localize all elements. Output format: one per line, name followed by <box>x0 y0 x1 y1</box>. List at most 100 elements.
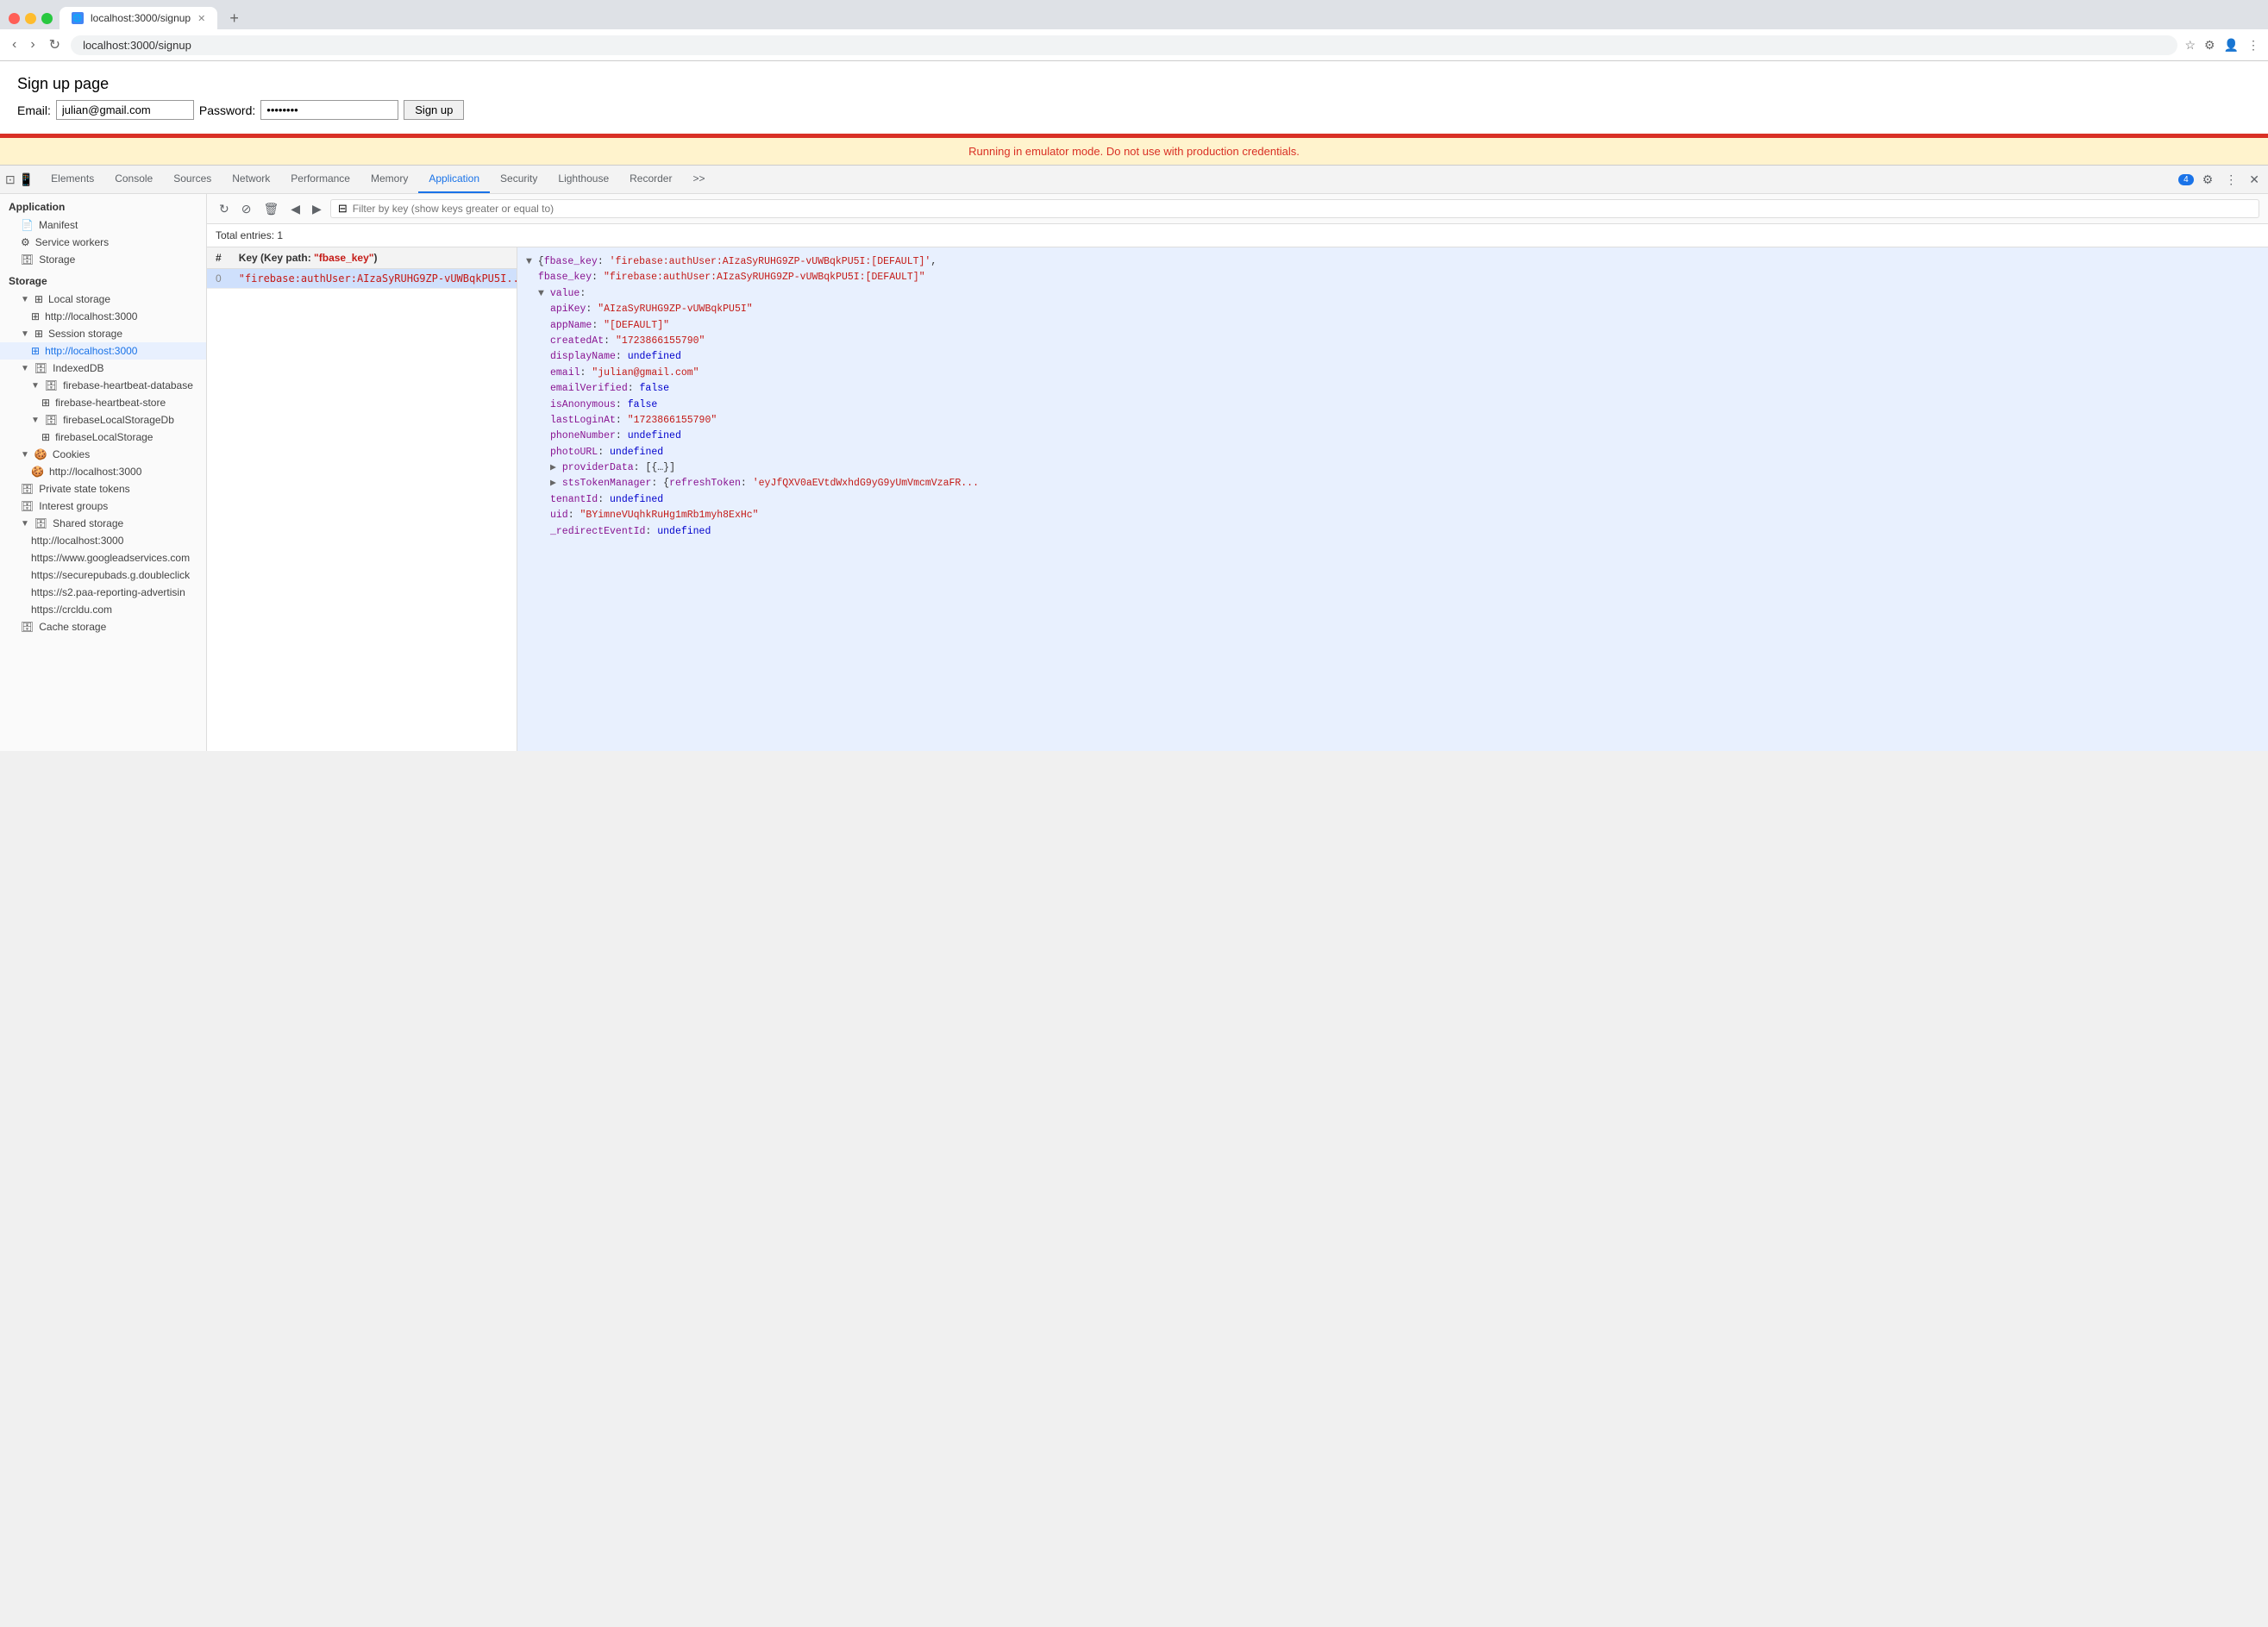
sidebar-item-shared-url1[interactable]: http://localhost:3000 <box>0 532 206 549</box>
firebase-ls-icon: ⊞ <box>41 431 50 443</box>
sidebar-item-shared-url2[interactable]: https://www.googleadservices.com <box>0 549 206 566</box>
shared-url4: https://s2.paa-reporting-advertisin <box>31 586 185 598</box>
json-line-6: createdAt: "1723866155790" <box>526 334 2259 349</box>
json-line-5: appName: "[DEFAULT]" <box>526 318 2259 334</box>
stop-button[interactable]: ⊘ <box>238 200 255 218</box>
filter-input[interactable] <box>353 203 2252 215</box>
forward-button[interactable]: › <box>27 35 38 54</box>
close-devtools-button[interactable]: ✕ <box>2246 169 2263 191</box>
session-storage-label: Session storage <box>48 328 122 340</box>
app-section-title: Application <box>0 194 206 216</box>
browser-tab[interactable]: 🌐 localhost:3000/signup ✕ <box>60 7 217 29</box>
console-badge: 4 <box>2178 174 2194 185</box>
profile-icon[interactable]: 👤 <box>2224 38 2239 53</box>
prev-button[interactable]: ◀ <box>287 200 304 218</box>
manifest-label: Manifest <box>39 219 78 231</box>
sidebar-item-service-workers[interactable]: ⚙ Service workers <box>0 234 206 251</box>
sidebar-item-storage-root[interactable]: 🗄 Storage <box>0 251 206 268</box>
refresh-storage-button[interactable]: ↻ <box>216 200 233 218</box>
new-tab-button[interactable]: + <box>229 9 239 28</box>
shared-url1: http://localhost:3000 <box>31 535 123 547</box>
extension-icon[interactable]: ⚙ <box>2204 38 2215 53</box>
tab-close-icon[interactable]: ✕ <box>197 13 205 24</box>
local-storage-icon: ⊞ <box>34 293 43 305</box>
sidebar-item-local-storage-url[interactable]: ⊞ http://localhost:3000 <box>0 308 206 325</box>
table-row[interactable]: 0 "firebase:authUser:AIzaSyRUHG9ZP-vUWBq… <box>207 269 517 289</box>
tab-memory[interactable]: Memory <box>360 166 418 193</box>
settings-button[interactable]: ⚙ <box>2199 169 2217 191</box>
col-num: # <box>207 247 230 269</box>
sidebar-item-firebase-local-storage[interactable]: ⊞ firebaseLocalStorage <box>0 429 206 446</box>
tab-network[interactable]: Network <box>222 166 280 193</box>
bookmark-icon[interactable]: ☆ <box>2184 38 2196 53</box>
device-icon: 📱 <box>19 172 34 187</box>
tab-lighthouse[interactable]: Lighthouse <box>548 166 619 193</box>
sidebar-item-manifest[interactable]: 📄 Manifest <box>0 216 206 234</box>
sidebar-item-firebase-heartbeat[interactable]: ▼ 🗄 firebase-heartbeat-database <box>0 377 206 394</box>
email-input[interactable] <box>56 100 194 120</box>
sidebar-item-cookies-url[interactable]: 🍪 http://localhost:3000 <box>0 463 206 480</box>
password-label: Password: <box>199 103 255 117</box>
traffic-lights <box>9 13 53 24</box>
back-button[interactable]: ‹ <box>9 35 20 54</box>
minimize-button[interactable] <box>25 13 36 24</box>
sidebar-item-cache-storage[interactable]: 🗄 Cache storage <box>0 618 206 635</box>
service-workers-icon: ⚙ <box>21 236 30 248</box>
json-line-9: emailVerified: false <box>526 381 2259 397</box>
indexeddb-label: IndexedDB <box>53 362 103 374</box>
cookies-icon: 🍪 <box>34 448 47 460</box>
more-options-button[interactable]: ⋮ <box>2221 169 2240 191</box>
tab-security[interactable]: Security <box>490 166 548 193</box>
tab-sources[interactable]: Sources <box>163 166 222 193</box>
data-table: # Key (Key path: "fbase_key") Value 0 "f… <box>207 247 517 751</box>
shared-url3: https://securepubads.g.doubleclick <box>31 569 190 581</box>
next-button[interactable]: ▶ <box>309 200 325 218</box>
json-line-16: tenantId: undefined <box>526 492 2259 508</box>
cookies-url: http://localhost:3000 <box>49 466 141 478</box>
browser-chrome: 🌐 localhost:3000/signup ✕ + ‹ › ↻ ☆ ⚙ 👤 … <box>0 0 2268 61</box>
expand-arrow: ▼ <box>31 416 40 425</box>
sidebar-item-shared-storage[interactable]: ▼ 🗄 Shared storage <box>0 515 206 532</box>
delete-button[interactable]: 🗑 <box>260 200 282 218</box>
sidebar-item-session-storage[interactable]: ▼ ⊞ Session storage <box>0 325 206 342</box>
firebase-ls-db-icon: 🗄 <box>45 414 58 426</box>
sidebar-item-firebase-local-storage-db[interactable]: ▼ 🗄 firebaseLocalStorageDb <box>0 411 206 429</box>
password-input[interactable] <box>260 100 398 120</box>
cookies-url-icon: 🍪 <box>31 466 44 478</box>
sidebar-item-shared-url5[interactable]: https://crcldu.com <box>0 601 206 618</box>
emulator-warning: Running in emulator mode. Do not use wit… <box>0 136 2268 165</box>
json-line-10: isAnonymous: false <box>526 397 2259 413</box>
tab-elements[interactable]: Elements <box>41 166 104 193</box>
sidebar-item-interest-groups[interactable]: 🗄 Interest groups <box>0 497 206 515</box>
address-input[interactable] <box>71 35 2177 55</box>
sidebar-item-firebase-heartbeat-store[interactable]: ⊞ firebase-heartbeat-store <box>0 394 206 411</box>
sidebar-item-shared-url3[interactable]: https://securepubads.g.doubleclick <box>0 566 206 584</box>
toolbar: ↻ ⊘ 🗑 ◀ ▶ ⊟ <box>207 194 2268 224</box>
maximize-button[interactable] <box>41 13 53 24</box>
row-key: "firebase:authUser:AIzaSyRUHG9ZP-vUWBqkP… <box>230 269 517 289</box>
close-button[interactable] <box>9 13 20 24</box>
cache-storage-label: Cache storage <box>39 621 106 633</box>
sidebar-item-private-state-tokens[interactable]: 🗄 Private state tokens <box>0 480 206 497</box>
refresh-button[interactable]: ↻ <box>46 34 64 55</box>
tab-performance[interactable]: Performance <box>280 166 360 193</box>
tab-recorder[interactable]: Recorder <box>619 166 682 193</box>
menu-icon[interactable]: ⋮ <box>2247 38 2259 53</box>
signup-button[interactable]: Sign up <box>404 100 464 120</box>
interest-groups-icon: 🗄 <box>21 500 34 512</box>
firebase-ls-label: firebaseLocalStorage <box>55 431 153 443</box>
sidebar-item-local-storage[interactable]: ▼ ⊞ Local storage <box>0 291 206 308</box>
service-workers-label: Service workers <box>35 236 109 248</box>
shared-storage-label: Shared storage <box>53 517 123 529</box>
tab-application[interactable]: Application <box>418 166 490 193</box>
devtools-icons: 4 ⚙ ⋮ ✕ <box>2178 169 2263 191</box>
signup-form: Email: Password: Sign up <box>17 100 2251 120</box>
tab-more[interactable]: >> <box>682 166 715 193</box>
sidebar-item-shared-url4[interactable]: https://s2.paa-reporting-advertisin <box>0 584 206 601</box>
sidebar-item-session-storage-url[interactable]: ⊞ http://localhost:3000 <box>0 342 206 360</box>
shared-url5: https://crcldu.com <box>31 604 112 616</box>
sidebar-item-cookies[interactable]: ▼ 🍪 Cookies <box>0 446 206 463</box>
expand-arrow: ▼ <box>21 450 29 460</box>
sidebar-item-indexeddb[interactable]: ▼ 🗄 IndexedDB <box>0 360 206 377</box>
tab-console[interactable]: Console <box>104 166 163 193</box>
